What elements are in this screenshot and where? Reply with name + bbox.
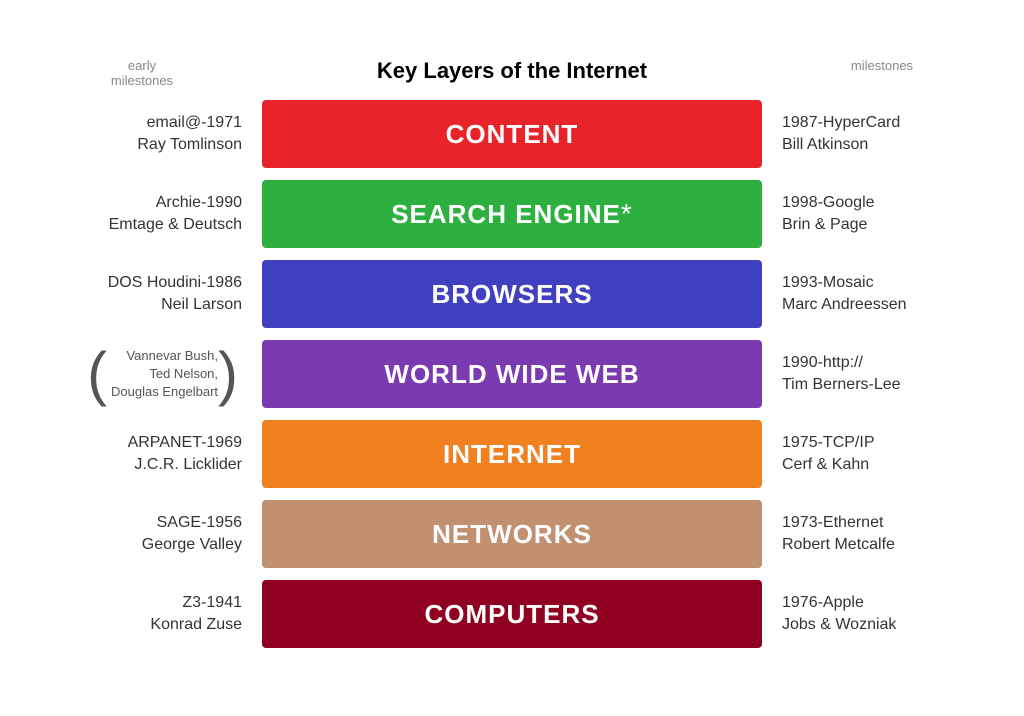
left-info-www: (Vannevar Bush,Ted Nelson,Douglas Engelb… — [42, 347, 262, 402]
asterisk-icon: * — [621, 198, 633, 229]
bar-label-computers: COMPUTERS — [424, 599, 599, 630]
bar-internet: INTERNET — [262, 420, 762, 488]
right-info-computers: 1976-Apple Jobs & Wozniak — [762, 592, 982, 637]
layer-row-www: (Vannevar Bush,Ted Nelson,Douglas Engelb… — [42, 338, 982, 410]
right-info-browsers: 1993-Mosaic Marc Andreessen — [762, 272, 982, 317]
bar-label-networks: NETWORKS — [432, 519, 592, 550]
early-milestones-label: early milestones — [42, 58, 242, 88]
left-line1-content: email@-1971 — [147, 114, 242, 131]
bar-search-engine: SEARCH ENGINE* — [262, 180, 762, 248]
layer-row-computers: Z3-1941 Konrad Zuse COMPUTERS 1976-Apple Job… — [42, 578, 982, 650]
left-info-search-engine: Archie-1990 Emtage & Deutsch — [42, 192, 262, 237]
right-line2-www: Tim Berners-Lee — [782, 376, 901, 393]
right-info-search-engine: 1998-Google Brin & Page — [762, 192, 982, 237]
right-line1-browsers: 1993-Mosaic — [782, 274, 874, 291]
right-info-www: 1990-http:// Tim Berners-Lee — [762, 352, 982, 397]
left-line2-content: Ray Tomlinson — [137, 136, 242, 153]
open-bracket-icon: ( — [87, 347, 107, 401]
layer-row-internet: ARPANET-1969 J.C.R. Licklider INTERNET 1975… — [42, 418, 982, 490]
layers-container: email@-1971 Ray Tomlinson CONTENT 1987-Hype… — [42, 98, 982, 650]
right-line2-networks: Robert Metcalfe — [782, 536, 895, 553]
layer-row-browsers: DOS Houdini-1986 Neil Larson BROWSERS 1993-… — [42, 258, 982, 330]
right-line1-networks: 1973-Ethernet — [782, 514, 883, 531]
bar-computers: COMPUTERS — [262, 580, 762, 648]
right-line2-content: Bill Atkinson — [782, 136, 868, 153]
right-line2-computers: Jobs & Wozniak — [782, 616, 896, 633]
right-line1-search-engine: 1998-Google — [782, 194, 875, 211]
left-line2-internet: J.C.R. Licklider — [134, 456, 242, 473]
bar-www: WORLD WIDE WEB — [262, 340, 762, 408]
left-info-content: email@-1971 Ray Tomlinson — [42, 112, 262, 157]
bar-label-internet: INTERNET — [443, 439, 581, 470]
main-container: early milestones Key Layers of the Inter… — [32, 38, 992, 678]
bar-networks: NETWORKS — [262, 500, 762, 568]
header-row: early milestones Key Layers of the Inter… — [42, 58, 982, 88]
bracket-text-www: Vannevar Bush,Ted Nelson,Douglas Engelba… — [111, 347, 218, 402]
right-info-content: 1987-HyperCard Bill Atkinson — [762, 112, 982, 157]
bar-label-search-engine: SEARCH ENGINE* — [391, 198, 633, 230]
left-line2-networks: George Valley — [142, 536, 242, 553]
left-info-browsers: DOS Houdini-1986 Neil Larson — [42, 272, 262, 317]
right-info-internet: 1975-TCP/IP Cerf & Kahn — [762, 432, 982, 477]
layer-row-content: email@-1971 Ray Tomlinson CONTENT 1987-Hype… — [42, 98, 982, 170]
left-info-computers: Z3-1941 Konrad Zuse — [42, 592, 262, 637]
bar-label-content: CONTENT — [446, 119, 579, 150]
page-title: Key Layers of the Internet — [242, 58, 782, 84]
left-line1-networks: SAGE-1956 — [157, 514, 242, 531]
layer-row-search-engine: Archie-1990 Emtage & Deutsch SEARCH ENGINE… — [42, 178, 982, 250]
layer-row-networks: SAGE-1956 George Valley NETWORKS 1973-Ether… — [42, 498, 982, 570]
right-line1-computers: 1976-Apple — [782, 594, 864, 611]
left-line2-search-engine: Emtage & Deutsch — [109, 216, 242, 233]
left-info-internet: ARPANET-1969 J.C.R. Licklider — [42, 432, 262, 477]
right-line2-search-engine: Brin & Page — [782, 216, 867, 233]
left-line1-internet: ARPANET-1969 — [128, 434, 242, 451]
right-line1-internet: 1975-TCP/IP — [782, 434, 874, 451]
milestones-label: milestones — [782, 58, 982, 73]
bar-content: CONTENT — [262, 100, 762, 168]
bar-label-browsers: BROWSERS — [431, 279, 592, 310]
left-line1-computers: Z3-1941 — [182, 594, 242, 611]
bar-browsers: BROWSERS — [262, 260, 762, 328]
left-line1-browsers: DOS Houdini-1986 — [108, 274, 242, 291]
left-line2-computers: Konrad Zuse — [150, 616, 242, 633]
right-line2-browsers: Marc Andreessen — [782, 296, 907, 313]
right-info-networks: 1973-Ethernet Robert Metcalfe — [762, 512, 982, 557]
left-line1-search-engine: Archie-1990 — [156, 194, 242, 211]
bar-label-www: WORLD WIDE WEB — [384, 359, 639, 390]
left-line2-browsers: Neil Larson — [161, 296, 242, 313]
right-line1-www: 1990-http:// — [782, 354, 863, 371]
left-info-networks: SAGE-1956 George Valley — [42, 512, 262, 557]
right-line1-content: 1987-HyperCard — [782, 114, 900, 131]
right-line2-internet: Cerf & Kahn — [782, 456, 869, 473]
close-bracket-icon: ) — [218, 347, 238, 401]
